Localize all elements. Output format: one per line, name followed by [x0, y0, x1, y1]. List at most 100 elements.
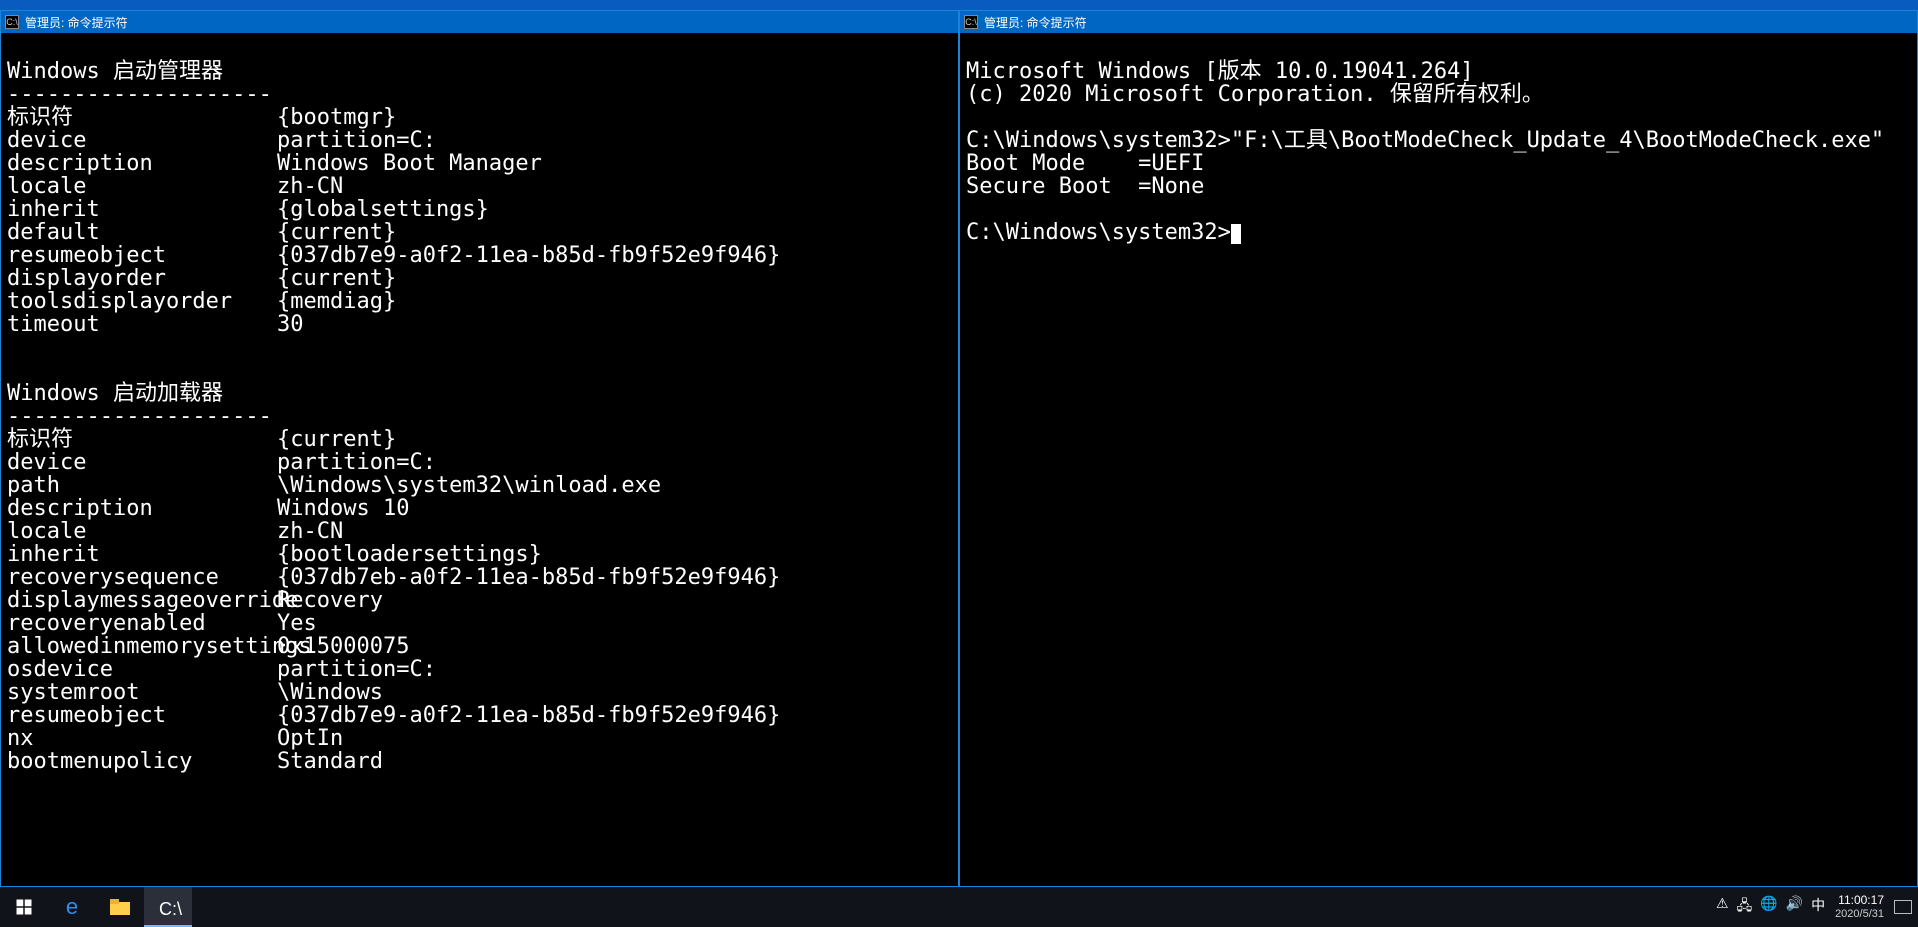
- tray-security-icon[interactable]: ⚠: [1716, 895, 1729, 919]
- bcd-row: recoverysequence{037db7eb-a0f2-11ea-b85d…: [7, 566, 952, 589]
- start-button[interactable]: [0, 887, 48, 927]
- terminal-left[interactable]: Windows 启动管理器 -------------------- 标识符{b…: [1, 33, 958, 886]
- bcd-row: path\Windows\system32\winload.exe: [7, 474, 952, 497]
- bcd-value: {037db7e9-a0f2-11ea-b85d-fb9f52e9f946}: [277, 244, 780, 267]
- cmd-window-left[interactable]: C:\ 管理员: 命令提示符 Windows 启动管理器 -----------…: [0, 10, 959, 887]
- titlebar-right[interactable]: C:\ 管理员: 命令提示符: [960, 11, 1917, 33]
- clock-date: 2020/5/31: [1835, 907, 1884, 921]
- cmd-icon: C:\: [159, 899, 177, 913]
- bcd-value: {current}: [277, 267, 396, 290]
- taskbar-left: e C:\: [0, 887, 192, 927]
- bcd-value: {current}: [277, 221, 396, 244]
- bcd-value: Yes: [277, 612, 317, 635]
- section1-divider: --------------------: [7, 82, 272, 107]
- banner-line2: (c) 2020 Microsoft Corporation. 保留所有权利。: [966, 82, 1544, 107]
- bcd-row: inherit{globalsettings}: [7, 198, 952, 221]
- bcd-key: inherit: [7, 198, 277, 221]
- bcd-key: description: [7, 152, 277, 175]
- bcd-key: description: [7, 497, 277, 520]
- bcd-key: timeout: [7, 313, 277, 336]
- bcd-row: toolsdisplayorder{memdiag}: [7, 290, 952, 313]
- tray-wifi-icon[interactable]: 🖧: [1737, 895, 1753, 919]
- titlebar-left[interactable]: C:\ 管理员: 命令提示符: [1, 11, 958, 33]
- bcd-row: recoveryenabledYes: [7, 612, 952, 635]
- bcd-value: {globalsettings}: [277, 198, 489, 221]
- bcd-key: toolsdisplayorder: [7, 290, 277, 313]
- window-title-right: 管理员: 命令提示符: [984, 14, 1087, 31]
- bcd-value: {037db7e9-a0f2-11ea-b85d-fb9f52e9f946}: [277, 704, 780, 727]
- bcd-key: default: [7, 221, 277, 244]
- bcd-value: partition=C:: [277, 451, 436, 474]
- bcd-row: inherit{bootloadersettings}: [7, 543, 952, 566]
- cmd-icon: C:\: [5, 15, 19, 29]
- bcd-value: {bootmgr}: [277, 106, 396, 129]
- bcd-row: systemroot\Windows: [7, 681, 952, 704]
- bcd-value: zh-CN: [277, 175, 343, 198]
- banner-line1: Microsoft Windows [版本 10.0.19041.264]: [966, 59, 1474, 84]
- bcd-value: Recovery: [277, 589, 383, 612]
- bcd-row: 标识符{current}: [7, 428, 952, 451]
- prompt2: C:\Windows\system32>: [966, 220, 1231, 245]
- bcd-key: allowedinmemorysettings: [7, 635, 277, 658]
- bcd-key: osdevice: [7, 658, 277, 681]
- bcd-key: 标识符: [7, 428, 277, 451]
- bcd-key: locale: [7, 520, 277, 543]
- bcd-key: device: [7, 451, 277, 474]
- bcd-value: OptIn: [277, 727, 343, 750]
- bcd-value: \Windows: [277, 681, 383, 704]
- bcd-row: timeout30: [7, 313, 952, 336]
- bcd-row: localezh-CN: [7, 520, 952, 543]
- bcd-row: osdevicepartition=C:: [7, 658, 952, 681]
- bcd-value: {memdiag}: [277, 290, 396, 313]
- bcd-key: bootmenupolicy: [7, 750, 277, 773]
- bcd-key: resumeobject: [7, 244, 277, 267]
- bcd-row: localezh-CN: [7, 175, 952, 198]
- window-title-left: 管理员: 命令提示符: [25, 14, 128, 31]
- tray-network-icon[interactable]: 🌐: [1760, 895, 1777, 919]
- bcd-value: 0x15000075: [277, 635, 409, 658]
- bcd-value: {current}: [277, 428, 396, 451]
- bcd-row: displaymessageoverrideRecovery: [7, 589, 952, 612]
- cmd-icon: C:\: [964, 15, 978, 29]
- bcd-key: 标识符: [7, 106, 277, 129]
- bcd-key: device: [7, 129, 277, 152]
- system-tray[interactable]: ⚠ 🖧 🌐 🔊 中: [1716, 895, 1825, 919]
- bcd-row: descriptionWindows Boot Manager: [7, 152, 952, 175]
- taskbar-clock[interactable]: 11:00:17 2020/5/31: [1835, 893, 1884, 921]
- bcd-key: recoveryenabled: [7, 612, 277, 635]
- bcd-key: displayorder: [7, 267, 277, 290]
- file-explorer-button[interactable]: [96, 887, 144, 927]
- bcd-row: 标识符{bootmgr}: [7, 106, 952, 129]
- edge-button[interactable]: e: [48, 887, 96, 927]
- bcd-row: displayorder{current}: [7, 267, 952, 290]
- bcd-value: zh-CN: [277, 520, 343, 543]
- cmd-window-right[interactable]: C:\ 管理员: 命令提示符 Microsoft Windows [版本 10.…: [959, 10, 1918, 887]
- bcd-value: {bootloadersettings}: [277, 543, 542, 566]
- bcd-row: bootmenupolicyStandard: [7, 750, 952, 773]
- bcd-row: resumeobject{037db7e9-a0f2-11ea-b85d-fb9…: [7, 704, 952, 727]
- bcd-row: devicepartition=C:: [7, 451, 952, 474]
- bcd-key: systemroot: [7, 681, 277, 704]
- bcd-value: Windows 10: [277, 497, 409, 520]
- tray-volume-icon[interactable]: 🔊: [1786, 895, 1803, 919]
- taskbar-right: ⚠ 🖧 🌐 🔊 中 11:00:17 2020/5/31: [1716, 893, 1912, 921]
- bcd-value: {037db7eb-a0f2-11ea-b85d-fb9f52e9f946}: [277, 566, 780, 589]
- terminal-right[interactable]: Microsoft Windows [版本 10.0.19041.264] (c…: [960, 33, 1917, 886]
- clock-time: 11:00:17: [1835, 893, 1884, 907]
- ime-indicator[interactable]: 中: [1811, 895, 1825, 919]
- bcd-row: allowedinmemorysettings0x15000075: [7, 635, 952, 658]
- bcd-value: \Windows\system32\winload.exe: [277, 474, 661, 497]
- output-bootmode: Boot Mode =UEFI: [966, 151, 1204, 176]
- taskbar[interactable]: e C:\ ⚠ 🖧 🌐 🔊 中 11:00:17 2020/5/31: [0, 887, 1918, 927]
- cmd-taskbar-button[interactable]: C:\: [144, 887, 192, 927]
- bcd-row: default{current}: [7, 221, 952, 244]
- bcd-key: locale: [7, 175, 277, 198]
- section2-header: Windows 启动加载器: [7, 381, 223, 406]
- bcd-row: devicepartition=C:: [7, 129, 952, 152]
- prompt1: C:\Windows\system32>"F:\工具\BootModeCheck…: [966, 128, 1884, 153]
- action-center-button[interactable]: [1894, 900, 1912, 914]
- bcd-value: Standard: [277, 750, 383, 773]
- bcd-row: resumeobject{037db7e9-a0f2-11ea-b85d-fb9…: [7, 244, 952, 267]
- bcd-value: 30: [277, 313, 304, 336]
- section1-header: Windows 启动管理器: [7, 59, 223, 84]
